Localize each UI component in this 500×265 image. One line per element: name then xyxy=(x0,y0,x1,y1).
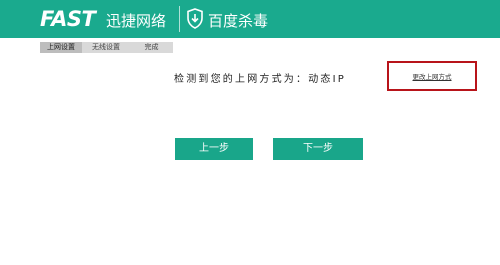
step-complete: 完成 xyxy=(144,43,159,51)
header-divider xyxy=(179,6,180,32)
previous-step-button[interactable]: 上一步 xyxy=(175,138,253,160)
change-connection-type-link[interactable]: 更改上网方式 xyxy=(413,71,452,81)
next-step-button[interactable]: 下一步 xyxy=(273,138,363,160)
baidu-antivirus-shield-icon xyxy=(187,8,203,29)
fast-logo: FAST xyxy=(40,7,96,31)
baidu-antivirus-label: 百度杀毒 xyxy=(208,12,269,30)
change-connection-highlight: 更改上网方式 xyxy=(387,61,477,91)
top-header-bar: FAST 迅捷网络 百度杀毒 xyxy=(0,0,500,38)
brand-chinese-name: 迅捷网络 xyxy=(106,12,167,30)
setup-steps-bar: 上网设置 无线设置 完成 xyxy=(40,42,173,53)
step-internet-settings: 上网设置 xyxy=(40,42,82,53)
detected-connection-type: 检测到您的上网方式为：动态IP xyxy=(174,74,346,85)
step-wireless-settings: 无线设置 xyxy=(92,43,120,51)
